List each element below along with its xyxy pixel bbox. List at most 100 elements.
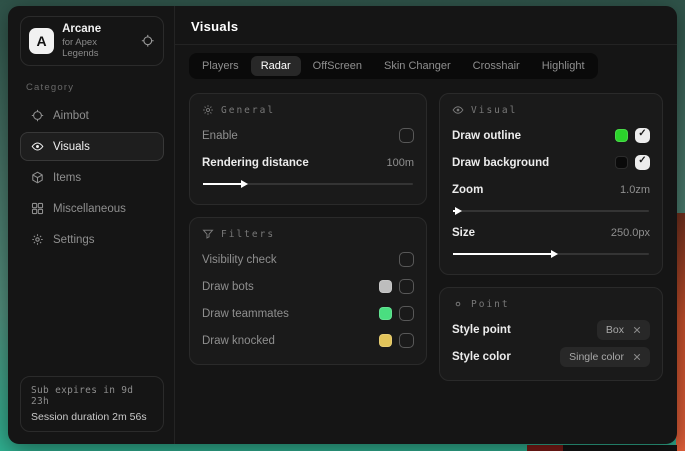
right-column: Visual Draw outline Draw background (439, 93, 663, 393)
setting-row-draw-background: Draw background (452, 151, 650, 174)
draw-outline-color-swatch[interactable] (615, 129, 628, 142)
page-title: Visuals (191, 19, 661, 34)
sidebar-item-miscellaneous[interactable]: Miscellaneous (20, 194, 164, 223)
setting-label: Rendering distance (202, 157, 309, 169)
draw-background-checkbox[interactable] (635, 155, 650, 170)
setting-row-draw-knocked: Draw knocked (202, 329, 414, 352)
setting-label: Style color (452, 351, 511, 363)
setting-row-draw-outline: Draw outline (452, 124, 650, 147)
sidebar-item-label: Aimbot (53, 110, 89, 122)
slider-fill (453, 210, 455, 212)
setting-label: Draw bots (202, 281, 254, 293)
visual-card-header: Visual (452, 104, 650, 116)
gear-icon (31, 233, 44, 246)
sidebar-item-settings[interactable]: Settings (20, 225, 164, 254)
tab-label: OffScreen (313, 60, 362, 72)
main-header: Visuals (175, 6, 677, 45)
draw-background-color-swatch[interactable] (615, 156, 628, 169)
tab-crosshair[interactable]: Crosshair (463, 56, 530, 76)
setting-value: 1.0zm (620, 184, 650, 196)
tab-label: Highlight (542, 60, 585, 72)
tab-highlight[interactable]: Highlight (532, 56, 595, 76)
cube-icon (31, 171, 44, 184)
app-subtitle: for Apex Legends (62, 37, 133, 59)
setting-row-visibility-check: Visibility check (202, 248, 414, 271)
setting-label: Size (452, 227, 475, 239)
crosshair-icon (31, 109, 44, 122)
dot-icon (452, 298, 464, 310)
setting-row-style-color: Style color Single color (452, 345, 650, 368)
slider-track (453, 210, 649, 212)
tab-players[interactable]: Players (192, 56, 249, 76)
sidebar-item-label: Miscellaneous (53, 203, 126, 215)
sidebar-item-label: Items (53, 172, 81, 184)
sidebar-item-label: Visuals (53, 141, 90, 153)
style-color-select[interactable]: Single color (560, 347, 650, 367)
setting-label: Draw teammates (202, 308, 289, 320)
tab-label: Radar (261, 60, 291, 72)
slider-fill (203, 183, 241, 185)
visual-card: Visual Draw outline Draw background (439, 93, 663, 275)
sidebar-item-items[interactable]: Items (20, 163, 164, 192)
rendering-distance-slider[interactable] (203, 178, 413, 190)
subscription-card: Sub expires in 9d 23h Session duration 2… (20, 376, 164, 432)
visibility-check-checkbox[interactable] (399, 252, 414, 267)
draw-knocked-color-swatch[interactable] (379, 334, 392, 347)
draw-bots-color-swatch[interactable] (379, 280, 392, 293)
target-icon[interactable] (141, 34, 155, 48)
grid-icon (31, 202, 44, 215)
general-card-header: General (202, 104, 414, 116)
style-point-select[interactable]: Box (597, 320, 650, 340)
tab-skin-changer[interactable]: Skin Changer (374, 56, 461, 76)
tab-radar[interactable]: Radar (251, 56, 301, 76)
slider-fill (453, 253, 551, 255)
close-icon[interactable] (633, 326, 641, 334)
left-column: General Enable Rendering distance 100m (189, 93, 427, 377)
draw-teammates-color-swatch[interactable] (379, 307, 392, 320)
tab-label: Players (202, 60, 239, 72)
setting-label: Enable (202, 130, 238, 142)
tab-offscreen[interactable]: OffScreen (303, 56, 372, 76)
section-title: Visual (471, 105, 517, 116)
app-logo: A (29, 28, 54, 54)
selected-option: Box (606, 324, 624, 336)
section-title: Filters (221, 229, 275, 240)
filters-card-header: Filters (202, 228, 414, 240)
setting-value: 100m (386, 157, 414, 169)
setting-row-draw-bots: Draw bots (202, 275, 414, 298)
enable-checkbox[interactable] (399, 128, 414, 143)
backdrop-orange-edge (676, 213, 685, 451)
gear-icon (202, 104, 214, 116)
draw-bots-checkbox[interactable] (399, 279, 414, 294)
app-title-block: Arcane for Apex Legends (62, 23, 133, 59)
backdrop-red-patch (527, 445, 563, 451)
content-columns: General Enable Rendering distance 100m (175, 85, 677, 401)
close-icon[interactable] (633, 353, 641, 361)
backdrop-dark-patch (563, 445, 677, 451)
app-window: A Arcane for Apex Legends Category Aimbo… (8, 6, 677, 444)
setting-row-draw-teammates: Draw teammates (202, 302, 414, 325)
sidebar-item-visuals[interactable]: Visuals (20, 132, 164, 161)
setting-label: Draw knocked (202, 335, 275, 347)
selected-option: Single color (569, 351, 624, 363)
category-label: Category (26, 82, 164, 93)
draw-teammates-checkbox[interactable] (399, 306, 414, 321)
setting-row-size: Size 250.0px (452, 221, 650, 244)
size-slider[interactable] (453, 248, 649, 260)
zoom-slider[interactable] (453, 205, 649, 217)
eye-icon (31, 140, 44, 153)
eye-icon (452, 104, 464, 116)
point-card: Point Style point Box (439, 287, 663, 381)
draw-outline-checkbox[interactable] (635, 128, 650, 143)
tab-label: Crosshair (473, 60, 520, 72)
subscription-expiry: Sub expires in 9d 23h (31, 385, 153, 407)
sidebar-item-aimbot[interactable]: Aimbot (20, 101, 164, 130)
tab-label: Skin Changer (384, 60, 451, 72)
tab-bar: Players Radar OffScreen Skin Changer Cro… (189, 53, 598, 79)
draw-knocked-checkbox[interactable] (399, 333, 414, 348)
setting-row-enable: Enable (202, 124, 414, 147)
setting-label: Zoom (452, 184, 483, 196)
section-title: General (221, 105, 275, 116)
section-title: Point (471, 299, 510, 310)
app-header-card: A Arcane for Apex Legends (20, 16, 164, 66)
